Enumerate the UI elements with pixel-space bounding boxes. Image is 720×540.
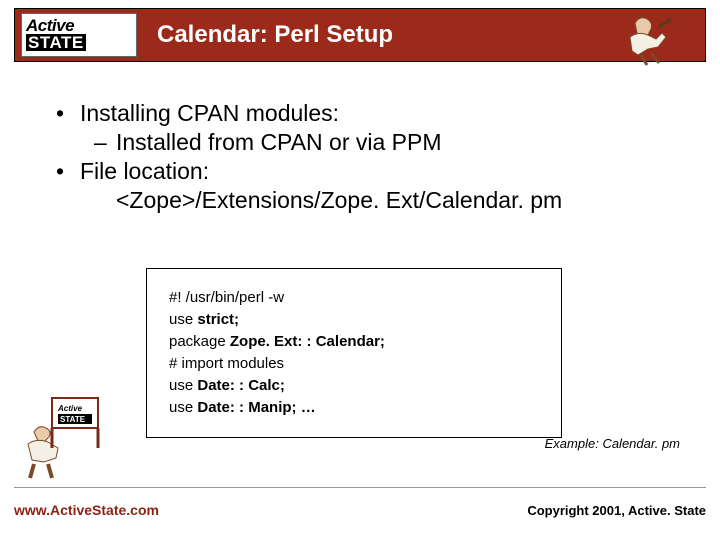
code-line: package Zope. Ext: : Calendar;	[169, 331, 543, 353]
code-caption: Example: Calendar. pm	[545, 436, 680, 451]
bullet-level1: Installing CPAN modules:	[80, 100, 680, 127]
svg-text:Active: Active	[57, 404, 83, 413]
content-area: Installing CPAN modules: Installed from …	[60, 100, 680, 216]
brand-logo: Active STATE	[21, 13, 137, 57]
footer-url: www.ActiveState.com	[14, 502, 159, 518]
brand-logo-bottom: STATE	[26, 34, 86, 51]
code-line: use strict;	[169, 309, 543, 331]
header-bar: Active STATE Calendar: Perl Setup	[14, 8, 706, 62]
worker-icon	[615, 9, 675, 69]
code-line: use Date: : Calc;	[169, 375, 543, 397]
page-title: Calendar: Perl Setup	[157, 21, 393, 49]
code-example-box: #! /usr/bin/perl -w use strict; package …	[146, 268, 562, 438]
bullet-level1: File location:	[80, 158, 680, 185]
svg-text:STATE: STATE	[60, 415, 86, 424]
bullet-level2: Installed from CPAN or via PPM	[116, 129, 680, 156]
footer: www.ActiveState.com Copyright 2001, Acti…	[14, 502, 706, 518]
worker-with-sign-icon: Active STATE	[14, 392, 104, 482]
code-line: #! /usr/bin/perl -w	[169, 287, 543, 309]
code-line: # import modules	[169, 353, 543, 375]
footer-copyright: Copyright 2001, Active. State	[527, 503, 706, 518]
brand-logo-top: Active	[26, 17, 132, 34]
code-line: use Date: : Manip; …	[169, 397, 543, 419]
footer-divider	[14, 487, 706, 488]
bullet-level2-plain: <Zope>/Extensions/Zope. Ext/Calendar. pm	[116, 187, 680, 214]
